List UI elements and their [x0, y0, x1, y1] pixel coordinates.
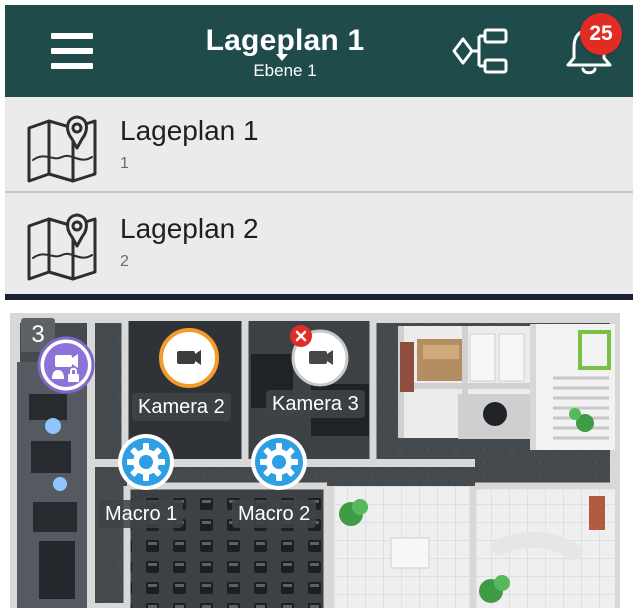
macro-marker-macro-1[interactable]: [116, 432, 176, 492]
plan-list: Lageplan 1 1 Lageplan 2 2: [5, 97, 633, 300]
title-switcher[interactable]: Lageplan 1 Ebene 1: [165, 23, 405, 81]
plan-subtitle: 1: [120, 155, 129, 172]
hamburger-menu-icon[interactable]: [51, 33, 93, 69]
floor-plan-view[interactable]: 3 Kamera 2 Kamera 3 Macro 1 Macro 2: [5, 306, 633, 608]
top-header: Lageplan 1 Ebene 1 25: [5, 5, 633, 97]
gear-icon: [251, 434, 307, 490]
plan-subtitle: 2: [120, 253, 129, 270]
camera-icon: [159, 328, 219, 388]
hierarchy-svg: [452, 28, 508, 74]
plan-list-item[interactable]: Lageplan 2 2: [5, 195, 633, 291]
subtitle-text: Ebene 1: [253, 61, 317, 80]
marker-label[interactable]: Macro 2: [232, 500, 317, 528]
alarm-camera-marker[interactable]: [36, 335, 96, 395]
plan-title: Lageplan 2: [120, 213, 259, 244]
hierarchy-tree-icon[interactable]: [451, 26, 511, 76]
level-subtitle: Ebene 1: [165, 54, 405, 81]
camera-marker-kamera-2[interactable]: [158, 327, 220, 389]
plan-title: Lageplan 1: [120, 115, 259, 146]
camera-marker-kamera-3[interactable]: [286, 325, 349, 388]
macro-marker-macro-2[interactable]: [249, 432, 309, 492]
gear-icon: [118, 434, 174, 490]
map-pin-icon: [27, 213, 97, 281]
map-pin-icon: [27, 115, 97, 183]
plan-list-item[interactable]: Lageplan 1 1: [5, 97, 633, 193]
marker-label[interactable]: Kamera 2: [132, 393, 231, 421]
notification-badge[interactable]: 25: [580, 13, 622, 55]
dropdown-caret-icon: [276, 54, 288, 61]
marker-label[interactable]: Macro 1: [99, 500, 184, 528]
camera-alarm-lock-icon: [37, 336, 95, 394]
app-screen: Lageplan 1 Ebene 1 25 Lageplan 1 1 Lagep…: [0, 0, 638, 613]
marker-label[interactable]: Kamera 3: [266, 390, 365, 418]
camera-icon: [290, 325, 349, 387]
